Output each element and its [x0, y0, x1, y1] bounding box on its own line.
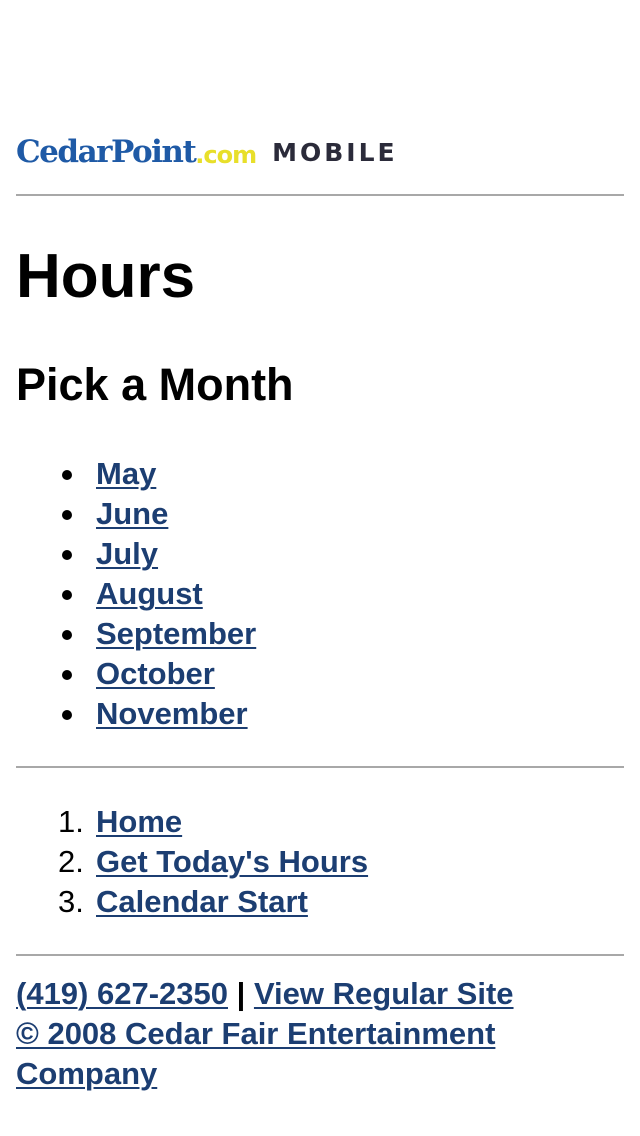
logo-mobile-text: MOBILE — [272, 137, 398, 167]
month-link-may[interactable]: May — [96, 454, 156, 494]
month-link-september[interactable]: September — [96, 614, 256, 654]
bullet-icon — [62, 710, 72, 720]
content-divider — [16, 766, 624, 768]
calendar-start-link[interactable]: Calendar Start — [96, 882, 308, 922]
copyright-link[interactable]: © 2008 Cedar Fair Entertainment Company — [16, 1016, 495, 1091]
phone-link[interactable]: (419) 627-2350 — [16, 976, 228, 1011]
month-link-august[interactable]: August — [96, 574, 203, 614]
todays-hours-link[interactable]: Get Today's Hours — [96, 842, 368, 882]
page-title: Hours — [16, 242, 196, 311]
home-link[interactable]: Home — [96, 802, 182, 842]
logo-dotcom-text: .com — [195, 141, 257, 169]
view-regular-site-link[interactable]: View Regular Site — [254, 976, 514, 1011]
section-heading: Pick a Month — [16, 359, 294, 410]
bullet-icon — [62, 470, 72, 480]
bullet-icon — [62, 550, 72, 560]
bullet-icon — [62, 510, 72, 520]
logo-cedarpoint-text: CedarPoint — [16, 133, 197, 170]
month-link-july[interactable]: July — [96, 534, 158, 574]
footer-divider — [16, 954, 624, 956]
month-link-october[interactable]: October — [96, 654, 215, 694]
footer-separator: | — [236, 976, 246, 1011]
month-link-november[interactable]: November — [96, 694, 248, 734]
footer: (419) 627-2350 | View Regular Site © 200… — [16, 974, 624, 1094]
site-logo[interactable]: CedarPoint .com MOBILE — [16, 134, 398, 170]
bullet-icon — [62, 630, 72, 640]
bullet-icon — [62, 590, 72, 600]
month-link-june[interactable]: June — [96, 494, 168, 534]
header-divider — [16, 194, 624, 196]
bullet-icon — [62, 670, 72, 680]
